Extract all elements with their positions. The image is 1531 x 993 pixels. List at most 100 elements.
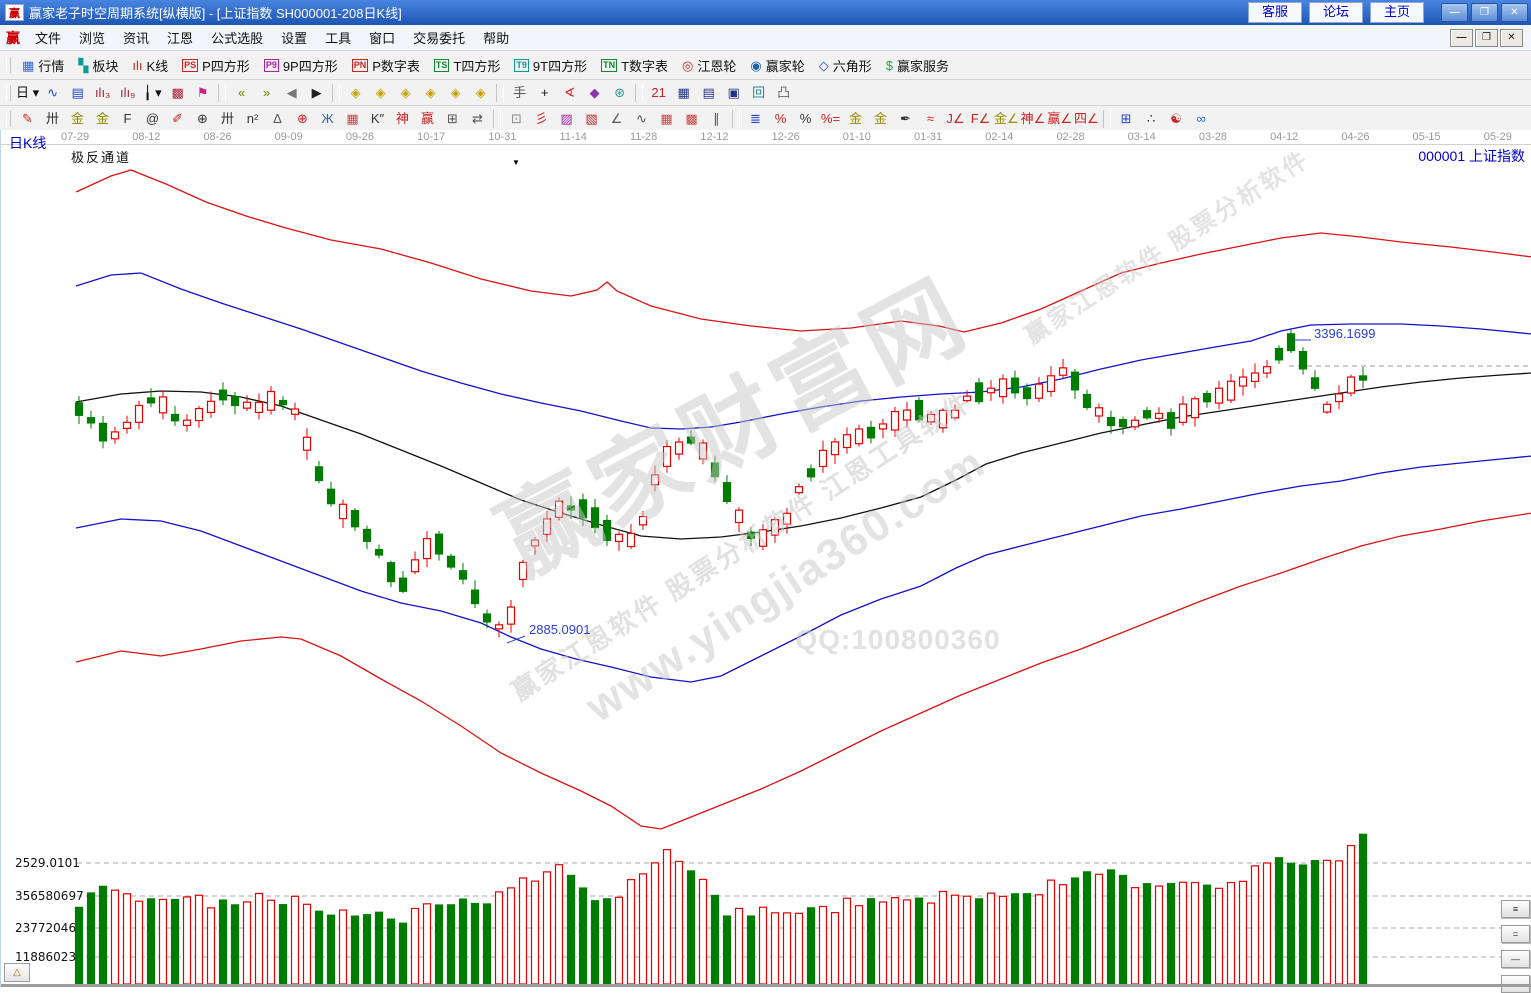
fan-box-1-button[interactable]: ▨ — [554, 108, 579, 129]
grid-highlight-button[interactable]: ⊞ — [1114, 108, 1139, 129]
ruler-123-button[interactable]: ⊞ — [440, 108, 465, 129]
scatter-button[interactable]: ∴ — [1139, 108, 1164, 129]
forum-button[interactable]: 论坛 — [1308, 2, 1363, 23]
red-grid-2-button[interactable]: ▩ — [679, 108, 704, 129]
comb-2-button[interactable]: 卅 — [215, 108, 240, 129]
gold-lines-button[interactable]: 金 — [868, 108, 893, 129]
gann-wheel-button[interactable]: ◎ 江恩轮 — [675, 54, 743, 77]
homepage-button[interactable]: 主页 — [1369, 2, 1424, 23]
red-grid-1-button[interactable]: ▦ — [654, 108, 679, 129]
gann-arrow-right-button[interactable]: ◈ — [368, 82, 393, 103]
memo-button[interactable]: ▤ — [696, 82, 721, 103]
p-number-table-button[interactable]: PN P数字表 — [345, 54, 427, 77]
9p-square-button[interactable]: P9 9P四方形 — [257, 54, 345, 77]
restore-button[interactable]: ❐ — [1471, 3, 1498, 22]
infinity-button[interactable]: ∞ — [1189, 108, 1214, 129]
j-angle-button[interactable]: J∠ — [943, 108, 968, 129]
prev-button[interactable]: ◀ — [279, 82, 304, 103]
circle-ticks-button[interactable]: ⊕ — [190, 108, 215, 129]
save-button[interactable]: ▣ — [721, 82, 746, 103]
n-square-button[interactable]: n² — [240, 108, 265, 129]
gann-arrow-all-button[interactable]: ◈ — [443, 82, 468, 103]
t-square-button[interactable]: TS T四方形 — [427, 54, 507, 77]
mdi-restore-button[interactable]: ❐ — [1475, 28, 1498, 47]
p-square-button[interactable]: PS P四方形 — [175, 54, 257, 77]
bars-3-button[interactable]: ılı₃ — [90, 82, 115, 103]
shen-tool-button[interactable]: 神 — [390, 108, 415, 129]
ying-tool-button[interactable]: 赢 — [415, 108, 440, 129]
crosshair-button[interactable]: + — [532, 82, 557, 103]
red-fan-button[interactable]: 彡 — [529, 108, 554, 129]
menu-item[interactable]: 工具 — [316, 27, 360, 48]
period-day-button[interactable]: 日 ▾ — [15, 82, 40, 103]
gann-box-button[interactable]: ◆ — [582, 82, 607, 103]
print-button[interactable]: 凸 — [771, 82, 796, 103]
web-grid-button[interactable]: ▦ — [340, 108, 365, 129]
si-angle-button[interactable]: 四∠ — [1073, 108, 1100, 129]
yinyang-button[interactable]: ☯ — [1164, 108, 1189, 129]
menu-item[interactable]: 资讯 — [114, 27, 158, 48]
red-pen-button[interactable]: ✐ — [165, 108, 190, 129]
menu-item[interactable]: 江恩 — [158, 27, 202, 48]
gold-angle-button[interactable]: 金∠ — [993, 108, 1020, 129]
info-panel-button[interactable]: ▤ — [65, 82, 90, 103]
chart-region[interactable]: 2529.0101 356580697 237720465 118860232 日K线… — [0, 130, 1531, 993]
chart-type-button[interactable]: ∿ — [40, 82, 65, 103]
angle-lines-button[interactable]: ∠ — [604, 108, 629, 129]
k-quote-button[interactable]: K″ — [365, 108, 390, 129]
percent-angle-button[interactable]: % — [768, 108, 793, 129]
bar-scale-small-button[interactable]: — — [1501, 950, 1530, 968]
cycle-tool-button[interactable]: ⊛ — [607, 82, 632, 103]
gold-circle-button[interactable]: 金 — [843, 108, 868, 129]
red-wave-button[interactable]: ≈ — [918, 108, 943, 129]
zigzag-button[interactable]: ∿ — [629, 108, 654, 129]
kline-button[interactable]: ılı K线 — [125, 54, 175, 77]
ying-angle-button[interactable]: 赢∠ — [1046, 108, 1073, 129]
parallel-lines-button[interactable]: ∥ — [704, 108, 729, 129]
bar-scale-medium-button[interactable]: = — [1501, 925, 1530, 943]
sectors-button[interactable]: ▚ 板块 — [71, 54, 125, 77]
menu-item[interactable]: 文件 — [26, 27, 70, 48]
red-target-button[interactable]: ⊕ — [290, 108, 315, 129]
percent-lines-button[interactable]: %= — [818, 108, 843, 129]
gann-arrow-hswing-button[interactable]: ◈ — [393, 82, 418, 103]
mdi-minimize-button[interactable]: — — [1450, 28, 1473, 47]
next-button[interactable]: ▶ — [304, 82, 329, 103]
volume-flag-button[interactable]: ⚑ — [190, 82, 215, 103]
shen-angle-button[interactable]: 神∠ — [1020, 108, 1047, 129]
calendar-21-button[interactable]: 21 — [646, 82, 671, 103]
mdi-close-button[interactable]: ✕ — [1500, 28, 1523, 47]
bar-scale-large-button[interactable]: ≡ — [1501, 900, 1530, 918]
draw-pen-button[interactable]: ✎ — [15, 108, 40, 129]
ink-brush-button[interactable]: ✒ — [893, 108, 918, 129]
menu-item[interactable]: 浏览 — [70, 27, 114, 48]
levels-button[interactable]: ≣ — [743, 108, 768, 129]
mirror-angle-button[interactable]: ∆ — [265, 108, 290, 129]
quotes-button[interactable]: ▦ 行情 — [15, 54, 71, 77]
menu-item[interactable]: 窗口 — [360, 27, 404, 48]
gold-grid-2-button[interactable]: 金 — [90, 108, 115, 129]
f-grid-button[interactable]: F — [115, 108, 140, 129]
9t-square-button[interactable]: T9 9T四方形 — [507, 54, 594, 77]
f-angle-button[interactable]: F∠ — [968, 108, 993, 129]
network-button[interactable]: 回 — [746, 82, 771, 103]
calculator-button[interactable]: ▦ — [671, 82, 696, 103]
winner-wheel-button[interactable]: ◉ 赢家轮 — [743, 54, 811, 77]
close-button[interactable]: ✕ — [1501, 3, 1528, 22]
t-number-table-button[interactable]: TN T数字表 — [594, 54, 675, 77]
gann-arrow-vswing-button[interactable]: ◈ — [468, 82, 493, 103]
bars-9-button[interactable]: ılı₉ — [115, 82, 140, 103]
percent-button[interactable]: % — [793, 108, 818, 129]
first-page-button[interactable]: « — [229, 82, 254, 103]
spiral-button[interactable]: @ — [140, 108, 165, 129]
gann-arrow-left-button[interactable]: ◈ — [343, 82, 368, 103]
menu-item[interactable]: 公式选股 — [202, 27, 272, 48]
pattern-button[interactable]: ▩ — [165, 82, 190, 103]
menu-item[interactable]: 帮助 — [474, 27, 518, 48]
menu-item[interactable]: 设置 — [272, 27, 316, 48]
minimize-button[interactable]: — — [1441, 3, 1468, 22]
angle-measure-button[interactable]: ∢ — [557, 82, 582, 103]
candle-style-button[interactable]: ╽ ▾ — [140, 82, 165, 103]
menu-item[interactable]: 交易委托 — [404, 27, 474, 48]
fan-box-2-button[interactable]: ▧ — [579, 108, 604, 129]
